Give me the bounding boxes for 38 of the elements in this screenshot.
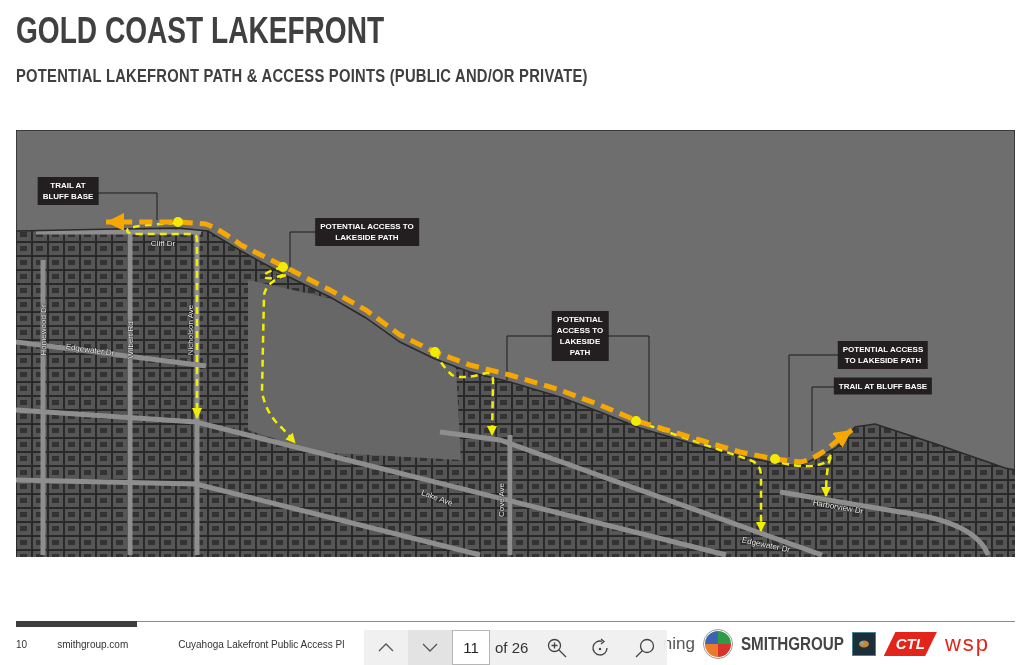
page-subtitle: POTENTIAL LAKEFRONT PATH & ACCESS POINTS (PUBLIC AND/OR PRIVATE) bbox=[16, 66, 588, 86]
square-logo-icon bbox=[851, 632, 876, 656]
logo-wordmark: wsp bbox=[944, 631, 990, 657]
chevron-down-icon bbox=[422, 643, 438, 652]
page-number: 10 bbox=[16, 638, 28, 650]
access-point-marker bbox=[631, 416, 641, 426]
street-label: Cove Ave bbox=[496, 482, 506, 518]
page-number-input[interactable]: 11 bbox=[452, 630, 490, 665]
street-label: Homewood Dr bbox=[38, 304, 48, 356]
callout-label: POTENTIAL ACCESS TO LAKESIDE PATH bbox=[315, 218, 419, 246]
street-label: Edgewater Dr bbox=[65, 342, 115, 358]
access-point-marker bbox=[430, 347, 440, 357]
access-path-arrow bbox=[780, 453, 833, 498]
access-point-marker bbox=[278, 262, 288, 272]
street-label: Lake Ave bbox=[420, 488, 454, 508]
street-label: Wilbert Rd bbox=[125, 321, 135, 359]
website-text: smithgroup.com bbox=[57, 638, 129, 650]
logo-wordmark: SMITHGROUP bbox=[740, 633, 844, 655]
street-label: Edgewater Dr bbox=[741, 535, 791, 555]
logo-text: ning bbox=[662, 634, 695, 654]
callout-label: TRAIL AT BLUFF BASE bbox=[37, 177, 99, 205]
callout-label: POTENTIAL ACCESS TO LAKESIDE PATH bbox=[837, 341, 929, 369]
search-icon bbox=[635, 637, 655, 658]
callout-label: TRAIL AT BLUFF BASE bbox=[833, 377, 933, 395]
access-point-marker bbox=[770, 454, 780, 464]
street-label: Nicholson Ave bbox=[185, 304, 195, 356]
access-point-marker bbox=[173, 217, 183, 227]
rotate-icon bbox=[591, 637, 611, 658]
zoom-in-icon bbox=[547, 637, 567, 658]
page-count: of 26 bbox=[494, 638, 530, 658]
callout-label: POTENTIAL ACCESS TO LAKESIDE PATH bbox=[551, 311, 609, 361]
street-label: Cliff Dr bbox=[150, 238, 176, 248]
page-title: GOLD COAST LAKEFRONT bbox=[16, 11, 385, 51]
chevron-up-icon bbox=[378, 643, 394, 652]
street-label: Harborview Dr bbox=[812, 498, 864, 516]
logo-badge: CTL bbox=[883, 632, 937, 656]
document-title: Cuyahoga Lakefront Public Access Pl bbox=[178, 638, 345, 650]
round-emblem-icon bbox=[702, 629, 733, 659]
